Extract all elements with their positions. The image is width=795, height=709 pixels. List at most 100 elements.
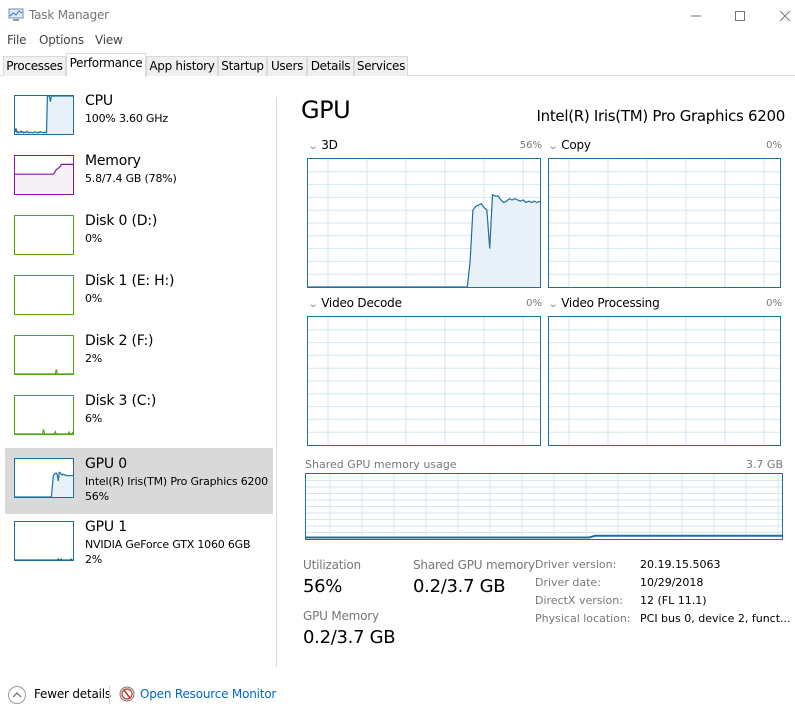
thumbnail-area xyxy=(15,96,73,134)
menu-options[interactable]: Options xyxy=(39,33,84,47)
resource-thumbnail-graph xyxy=(14,95,74,135)
resource-thumbnail-graph xyxy=(14,458,74,498)
driver-version-value: 20.19.15.5063 xyxy=(640,558,721,571)
gpu-memory-value: 0.2/3.7 GB xyxy=(303,627,396,648)
open-resource-monitor-link[interactable]: Open Resource Monitor xyxy=(140,687,276,701)
page-title: GPU xyxy=(301,96,351,124)
resource-name: GPU 0 xyxy=(85,456,127,472)
resource-detail: 100% 3.60 GHz xyxy=(85,112,168,125)
title-bar: Task Manager xyxy=(0,0,795,31)
tab-details[interactable]: Details xyxy=(307,56,354,76)
resource-detail: 6% xyxy=(85,412,103,425)
task-manager-icon xyxy=(8,8,24,21)
engine-selector-copy[interactable]: ⌄ Copy xyxy=(547,138,591,152)
resource-name: Disk 0 (D:) xyxy=(85,213,158,229)
resource-detail: 5.8/7.4 GB (78%) xyxy=(85,172,177,185)
tab-startup[interactable]: Startup xyxy=(218,56,267,76)
physical-location-value: PCI bus 0, device 2, funct... xyxy=(640,612,791,625)
sidebar-divider xyxy=(276,97,277,667)
resource-detail: Intel(R) Iris(TM) Pro Graphics 6200 xyxy=(85,475,268,488)
sidebar-item-cpu[interactable]: CPU 100% 3.60 GHz xyxy=(5,93,273,153)
tab-services[interactable]: Services xyxy=(354,56,408,76)
tab-users[interactable]: Users xyxy=(267,56,307,76)
menu-view[interactable]: View xyxy=(95,33,123,47)
resource-thumbnail-graph xyxy=(14,395,74,435)
gpu-memory-label: GPU Memory xyxy=(303,609,379,623)
resource-thumbnail-graph xyxy=(14,335,74,375)
shared-memory-graph-label: Shared GPU memory usage xyxy=(305,458,457,471)
resource-usage: 2% xyxy=(85,553,103,566)
menu-bar: File Options View xyxy=(0,31,795,51)
resource-thumbnail-graph xyxy=(14,275,74,315)
maximize-button[interactable] xyxy=(717,0,763,31)
minimize-button[interactable] xyxy=(673,0,719,31)
sidebar-item-disk-3-c[interactable]: Disk 3 (C:) 6% xyxy=(5,393,273,453)
resource-name: GPU 1 xyxy=(85,519,127,535)
utilization-label: Utilization xyxy=(303,558,361,572)
engine-label: Video Decode xyxy=(321,296,402,310)
engine-graph-video-decode xyxy=(307,316,541,446)
fewer-details-link[interactable]: Fewer details xyxy=(34,687,111,701)
engine-selector-3d[interactable]: ⌄ 3D xyxy=(308,138,338,152)
engine-selector-video-processing[interactable]: ⌄ Video Processing xyxy=(547,296,660,310)
thumbnail-area xyxy=(15,164,73,194)
chevron-down-icon: ⌄ xyxy=(307,299,319,310)
shared-memory-line xyxy=(306,534,782,539)
physical-location-label: Physical location: xyxy=(535,612,631,625)
resource-detail: 2% xyxy=(85,352,103,365)
sidebar-item-disk-2-f[interactable]: Disk 2 (F:) 2% xyxy=(5,333,273,393)
shared-memory-graph xyxy=(305,473,783,540)
driver-date-value: 10/29/2018 xyxy=(640,576,704,589)
resource-detail: NVIDIA GeForce GTX 1060 6GB xyxy=(85,538,251,551)
window-title: Task Manager xyxy=(29,8,109,22)
menu-file[interactable]: File xyxy=(7,33,26,47)
resource-name: Disk 3 (C:) xyxy=(85,393,157,409)
thumbnail-line xyxy=(15,557,73,560)
engine-selector-video-decode[interactable]: ⌄ Video Decode xyxy=(307,296,402,310)
resource-name: Disk 1 (E: H:) xyxy=(85,273,175,289)
resource-monitor-icon xyxy=(119,686,135,702)
thumbnail-area xyxy=(15,369,73,374)
engine-percent: 0% xyxy=(766,140,782,151)
engine-graph-video-processing xyxy=(548,316,781,446)
thumbnail-area xyxy=(15,472,73,497)
sidebar-item-memory[interactable]: Memory 5.8/7.4 GB (78%) xyxy=(5,153,273,213)
sidebar-item-gpu-1[interactable]: GPU 1 NVIDIA GeForce GTX 1060 6GB 2% xyxy=(5,519,273,579)
gpu-model-name: Intel(R) Iris(TM) Pro Graphics 6200 xyxy=(536,107,786,125)
tab-bar: Processes Performance App history Startu… xyxy=(0,53,795,77)
engine-graph-3d xyxy=(307,158,541,288)
chevron-down-icon: ⌄ xyxy=(547,141,559,152)
engine-label: Video Processing xyxy=(561,296,660,310)
resource-detail: 0% xyxy=(85,292,103,305)
close-button[interactable] xyxy=(762,0,795,31)
sidebar-item-gpu-0[interactable]: GPU 0 Intel(R) Iris(TM) Pro Graphics 6200… xyxy=(5,448,273,514)
minimize-icon xyxy=(691,15,701,16)
resource-thumbnail-graph xyxy=(14,155,74,195)
chevron-down-icon: ⌄ xyxy=(547,299,559,310)
thumbnail-line xyxy=(15,369,73,374)
utilization-value: 56% xyxy=(303,576,343,597)
fewer-details-button[interactable] xyxy=(8,686,26,704)
shared-memory-graph-max: 3.7 GB xyxy=(745,458,783,471)
engine-percent: 0% xyxy=(526,298,542,309)
shared-memory-value: 0.2/3.7 GB xyxy=(413,576,506,597)
resource-name: Disk 2 (F:) xyxy=(85,333,154,349)
sidebar-item-disk-0-d[interactable]: Disk 0 (D:) 0% xyxy=(5,213,273,273)
shared-memory-label: Shared GPU memory xyxy=(413,558,535,572)
resource-usage: 56% xyxy=(85,490,109,503)
resource-detail: 0% xyxy=(85,232,103,245)
directx-version-value: 12 (FL 11.1) xyxy=(640,594,707,607)
driver-version-label: Driver version: xyxy=(535,558,617,571)
sidebar-item-disk-1-e-h[interactable]: Disk 1 (E: H:) 0% xyxy=(5,273,273,333)
tab-performance[interactable]: Performance xyxy=(66,53,146,77)
chevron-up-icon xyxy=(12,692,22,698)
directx-version-label: DirectX version: xyxy=(535,594,623,607)
resource-name: CPU xyxy=(85,93,113,109)
resource-thumbnail-graph xyxy=(14,215,74,255)
engine-label: 3D xyxy=(321,138,338,152)
footer-separator xyxy=(109,686,110,704)
tab-app-history[interactable]: App history xyxy=(146,56,218,76)
footer: Fewer details Open Resource Monitor xyxy=(0,680,795,709)
driver-date-label: Driver date: xyxy=(535,576,601,589)
tab-processes[interactable]: Processes xyxy=(3,56,66,76)
